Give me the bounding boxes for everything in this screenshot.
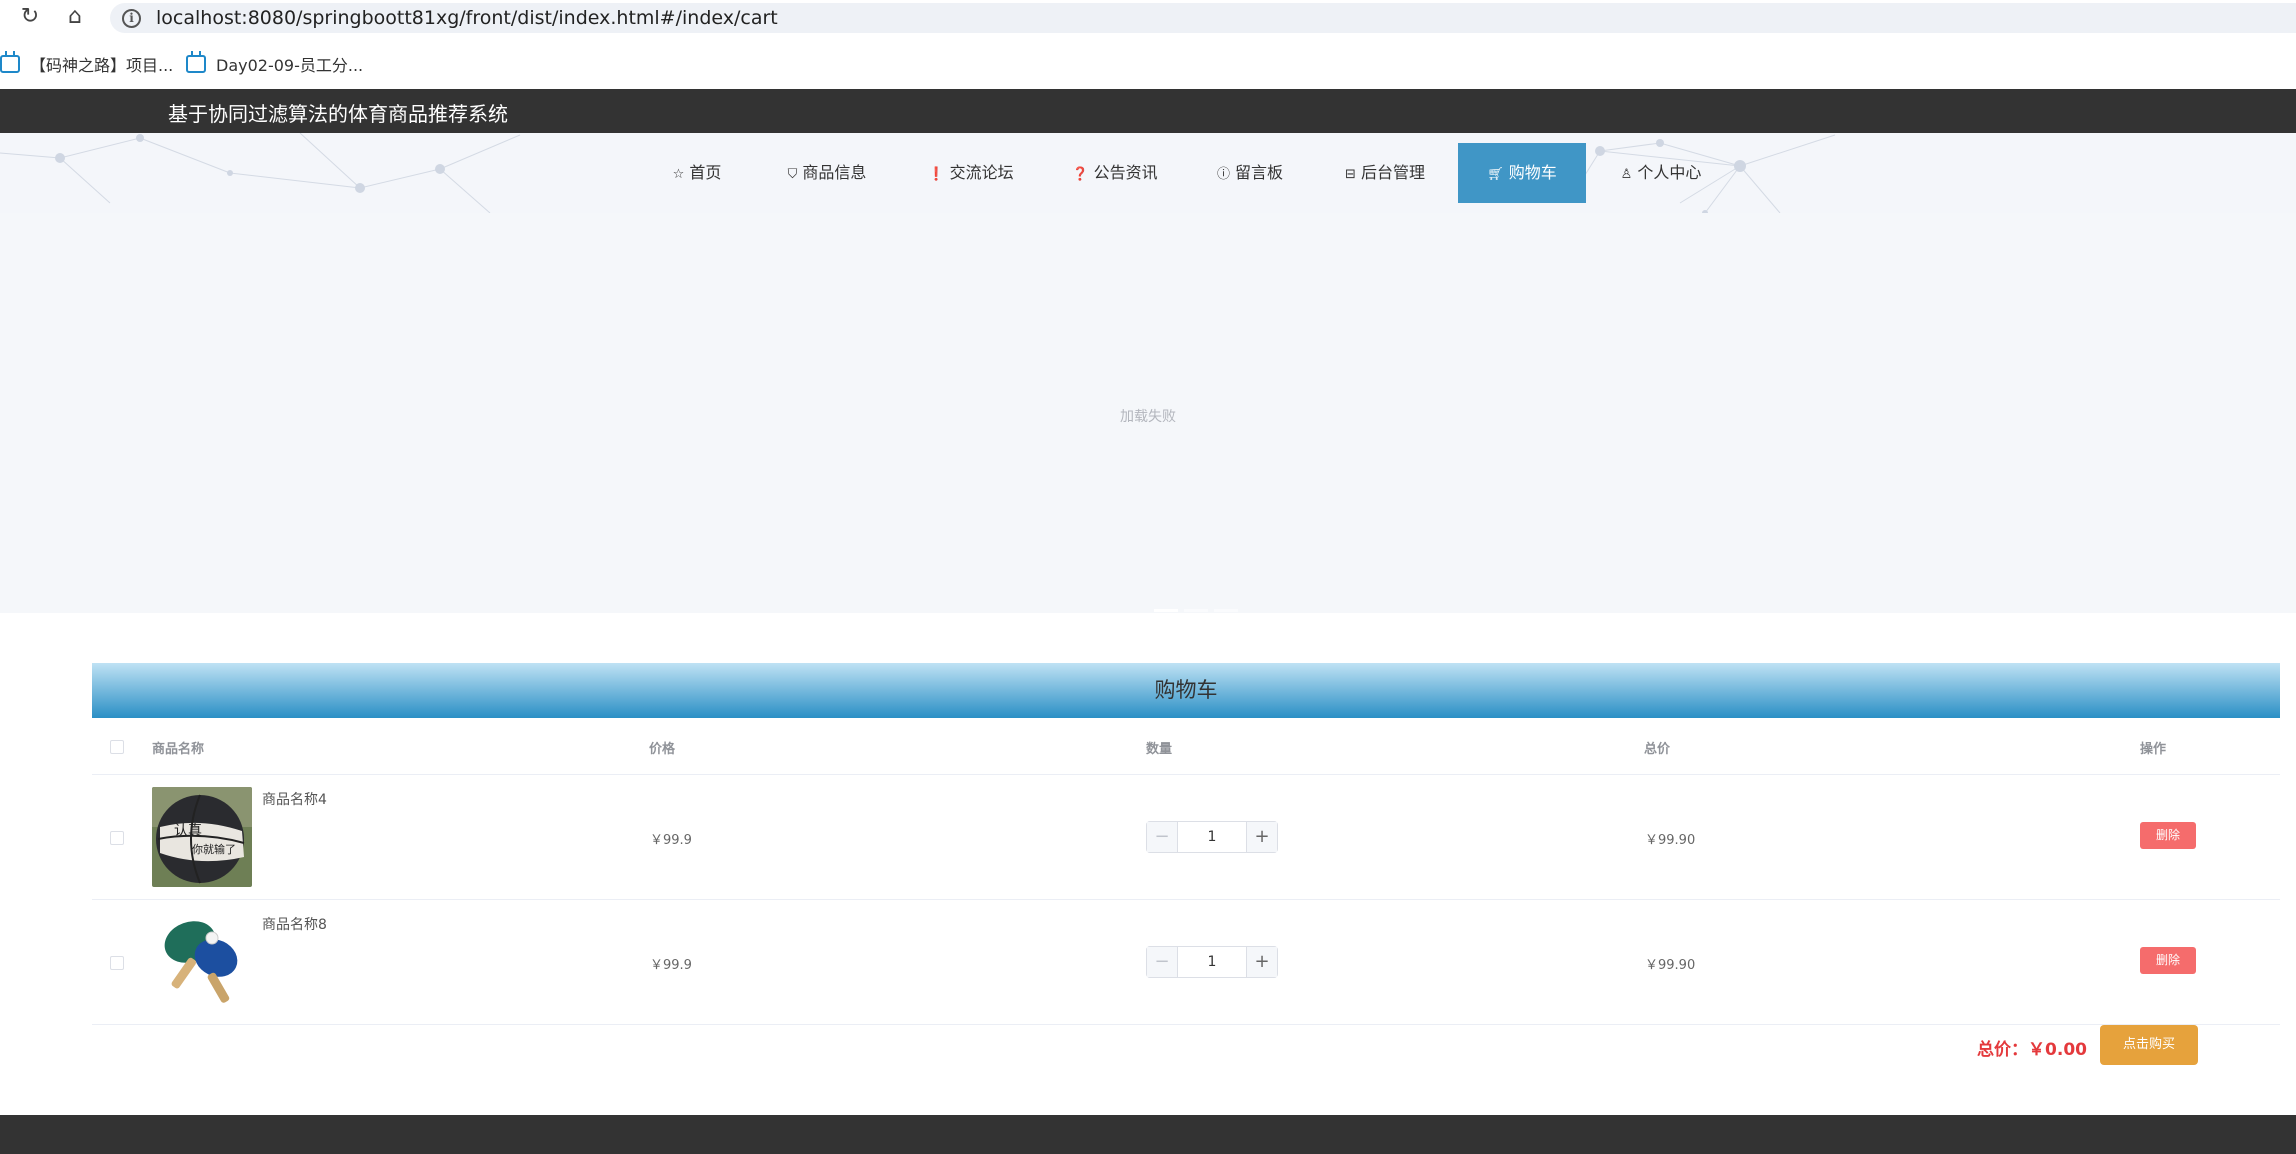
nav-profile[interactable]: ♙ 个人中心 bbox=[1604, 143, 1718, 203]
question-icon: ❓ bbox=[1072, 167, 1089, 182]
site-info-icon[interactable]: i bbox=[122, 9, 141, 28]
row-checkbox[interactable] bbox=[110, 831, 124, 845]
cart-panel: 购物车 商品名称 价格 数量 总价 操作 认真 你就输了 商品名称4 ￥99.9… bbox=[92, 663, 2280, 1025]
cart-icon: 🛒︎ bbox=[1487, 167, 1504, 182]
col-total: 总价 bbox=[1644, 742, 1671, 757]
table-row: 认真 你就输了 商品名称4 ￥99.9 − 1 + ￥99.90 删除 bbox=[92, 775, 2280, 900]
select-all-checkbox[interactable] bbox=[110, 740, 124, 754]
buy-button[interactable]: 点击购买 bbox=[2100, 1025, 2198, 1065]
product-price: ￥99.9 bbox=[650, 958, 692, 973]
banner-carousel[interactable]: 加载失败 bbox=[0, 213, 2296, 613]
decrease-button[interactable]: − bbox=[1147, 947, 1178, 977]
carousel-dot-1[interactable] bbox=[1154, 609, 1178, 612]
col-price: 价格 bbox=[649, 742, 676, 757]
row-checkbox[interactable] bbox=[110, 956, 124, 970]
image-load-failed-text: 加载失败 bbox=[1120, 409, 1176, 425]
product-thumbnail-ping-pong[interactable] bbox=[152, 912, 252, 1012]
nav-admin[interactable]: ⊟ 后台管理 bbox=[1328, 143, 1442, 203]
quantity-stepper: − 1 + bbox=[1146, 821, 1278, 853]
bag-icon: ⛉ bbox=[787, 167, 798, 182]
nav-messages[interactable]: ⓘ 留言板 bbox=[1202, 143, 1298, 203]
cart-total: 总价：￥0.00 bbox=[1977, 1040, 2087, 1060]
row-total: ￥99.90 bbox=[1645, 833, 1696, 848]
bookmark-2[interactable]: Day02-09-员工分... bbox=[186, 51, 363, 76]
decrease-button[interactable]: − bbox=[1147, 822, 1178, 852]
reload-icon[interactable]: ↻ bbox=[18, 5, 42, 29]
quantity-input[interactable]: 1 bbox=[1178, 947, 1246, 977]
exclamation-icon: ❗ bbox=[928, 167, 945, 182]
url-text: localhost:8080/springboott81xg/front/dis… bbox=[156, 7, 778, 29]
cart-title: 购物车 bbox=[92, 663, 2280, 718]
product-name[interactable]: 商品名称4 bbox=[262, 789, 327, 809]
product-name[interactable]: 商品名称8 bbox=[262, 914, 327, 934]
cart-summary: 总价：￥0.00 点击购买 bbox=[92, 1024, 2280, 1066]
nav-home[interactable]: ☆ 首页 bbox=[652, 143, 742, 203]
info-icon: ⓘ bbox=[1216, 167, 1230, 182]
product-price: ￥99.9 bbox=[650, 833, 692, 848]
site-footer bbox=[0, 1115, 2296, 1154]
bilibili-icon bbox=[0, 51, 20, 73]
carousel-indicators bbox=[1154, 597, 1244, 616]
col-name: 商品名称 bbox=[152, 742, 205, 757]
delete-button[interactable]: 删除 bbox=[2140, 947, 2196, 974]
delete-button[interactable]: 删除 bbox=[2140, 822, 2196, 849]
col-action: 操作 bbox=[2140, 742, 2167, 757]
nav-forum[interactable]: ❗ 交流论坛 bbox=[914, 143, 1028, 203]
user-icon: ♙ bbox=[1620, 167, 1633, 182]
quantity-stepper: − 1 + bbox=[1146, 946, 1278, 978]
nav-cart[interactable]: 🛒︎ 购物车 bbox=[1458, 143, 1586, 203]
row-total: ￥99.90 bbox=[1645, 958, 1696, 973]
svg-text:认真: 认真 bbox=[174, 823, 202, 839]
bookmarks-bar: 【码神之路】项目... Day02-09-员工分... bbox=[0, 48, 2296, 78]
table-row: 商品名称8 ￥99.9 − 1 + ￥99.90 删除 bbox=[92, 900, 2280, 1025]
home-icon[interactable]: ⌂ bbox=[63, 5, 87, 29]
main-nav: ☆ 首页 ⛉ 商品信息 ❗ 交流论坛 ❓ 公告资讯 ⓘ 留言板 ⊟ 后台管理 🛒︎ 购物车 ♙… bbox=[0, 133, 2296, 213]
carousel-dot-2[interactable] bbox=[1184, 609, 1208, 612]
star-icon: ☆ bbox=[672, 167, 685, 182]
bilibili-icon bbox=[186, 51, 206, 73]
product-thumbnail-basketball[interactable]: 认真 你就输了 bbox=[152, 787, 252, 887]
site-title: 基于协同过滤算法的体育商品推荐系统 bbox=[168, 102, 508, 126]
site-header: 基于协同过滤算法的体育商品推荐系统 bbox=[0, 89, 2296, 133]
col-qty: 数量 bbox=[1146, 742, 1173, 757]
carousel-dot-3[interactable] bbox=[1214, 609, 1238, 612]
browser-toolbar: ↻ ⌂ i localhost:8080/springboott81xg/fro… bbox=[0, 0, 2296, 36]
nav-news[interactable]: ❓ 公告资讯 bbox=[1058, 143, 1172, 203]
bookmark-1[interactable]: 【码神之路】项目... bbox=[0, 51, 173, 76]
briefcase-icon: ⊟ bbox=[1345, 167, 1356, 182]
quantity-input[interactable]: 1 bbox=[1178, 822, 1246, 852]
svg-text:你就输了: 你就输了 bbox=[192, 842, 236, 856]
table-header: 商品名称 价格 数量 总价 操作 bbox=[92, 718, 2280, 775]
increase-button[interactable]: + bbox=[1246, 947, 1277, 977]
address-bar[interactable]: i localhost:8080/springboott81xg/front/d… bbox=[110, 3, 2296, 33]
nav-products[interactable]: ⛉ 商品信息 bbox=[770, 143, 884, 203]
increase-button[interactable]: + bbox=[1246, 822, 1277, 852]
